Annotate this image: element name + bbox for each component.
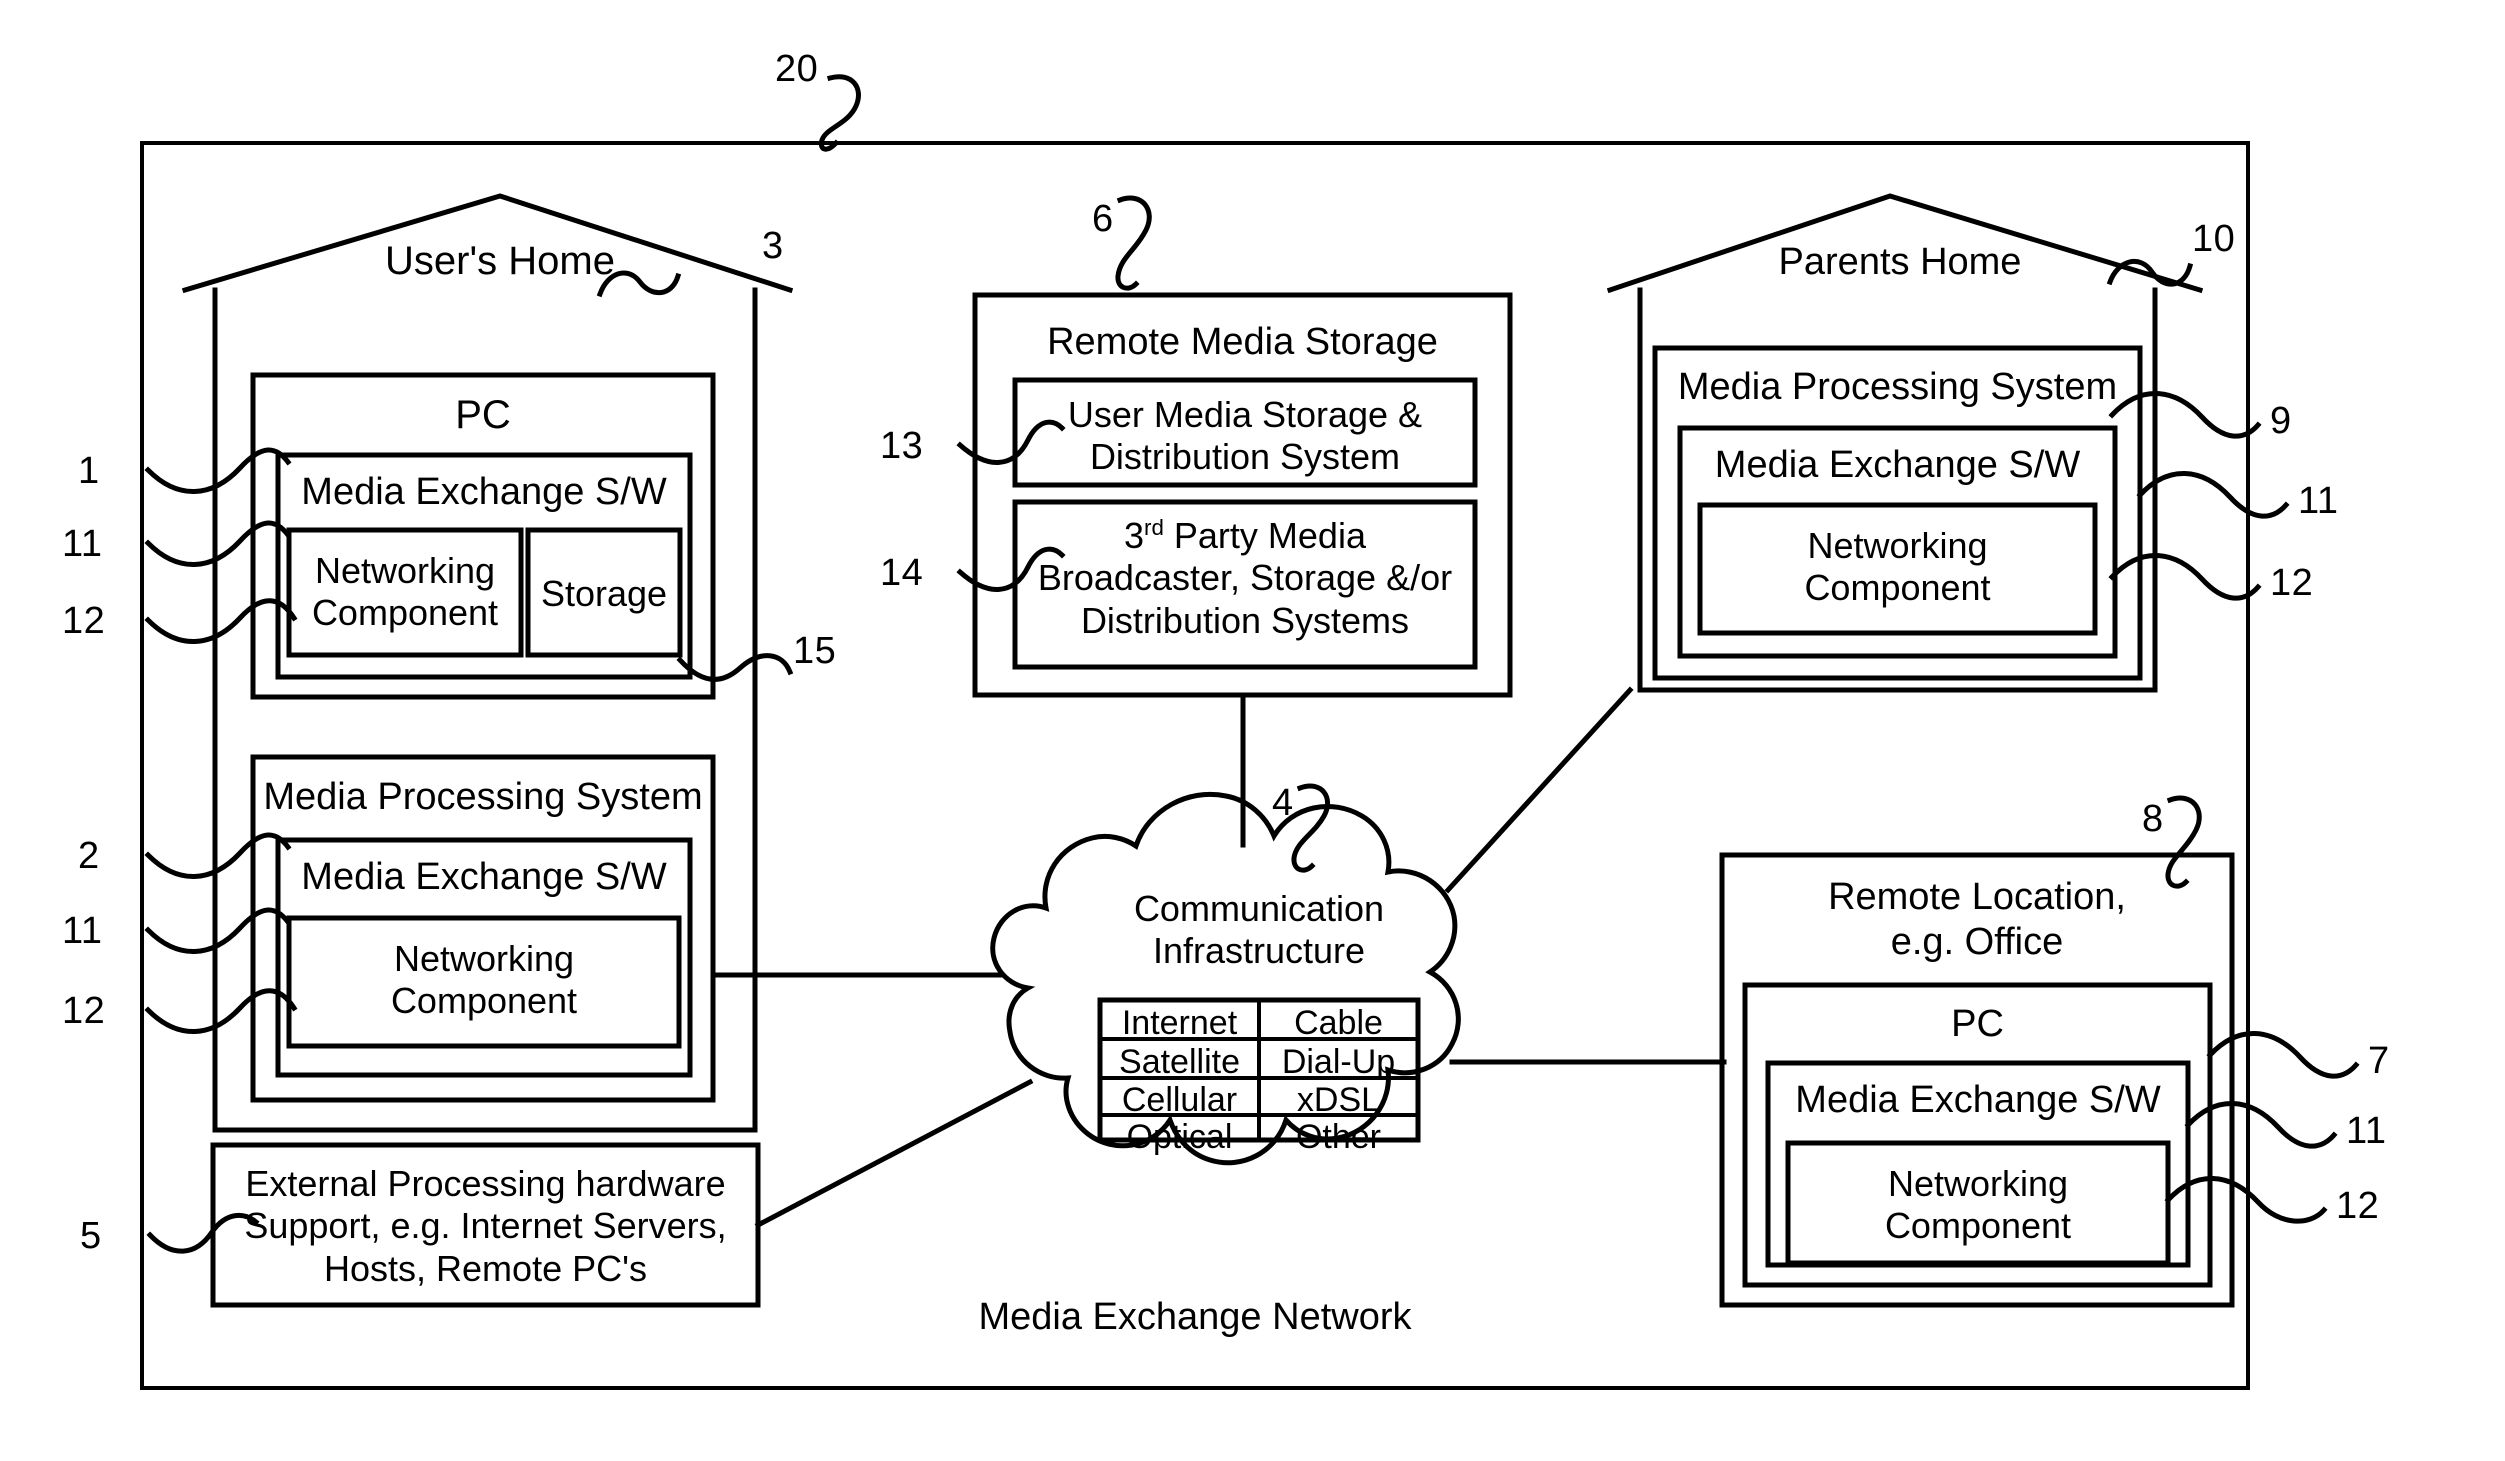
leader-8 [2165, 795, 2202, 889]
third-party-suffix: Party Media Broadcaster, Storage &/or Di… [1037, 515, 1453, 641]
link-external-to-cloud [754, 1078, 1034, 1229]
ref-11-pc: 11 [62, 523, 103, 565]
media-exchange-network-label: Media Exchange Network [978, 1296, 1412, 1338]
ref-10: 10 [2192, 218, 2236, 260]
leader-11-parents [2136, 471, 2290, 519]
ref-13: 13 [880, 425, 924, 467]
parents-mxsw-title: Media Exchange S/W [1714, 444, 2081, 486]
third-party-media-label: 3rd Party Media Broadcaster, Storage &/o… [1015, 515, 1475, 642]
ref-11-mps: 11 [62, 910, 103, 952]
leader-1 [144, 447, 292, 494]
ref-11-parents: 11 [2298, 480, 2339, 522]
users-home-pc-storage-label: Storage [540, 573, 668, 614]
communication-infrastructure-title: Communication Infrastructure [1133, 888, 1385, 972]
parents-home-title: Parents Home [1778, 241, 2022, 283]
leader-12-mps [144, 988, 298, 1034]
ref-20: 20 [775, 48, 819, 90]
ref-14: 14 [880, 552, 924, 594]
cloud-cell-r1c1: Dial-Up [1281, 1043, 1396, 1081]
parents-mps-title: Media Processing System [1677, 366, 2118, 408]
leader-6 [1115, 195, 1152, 291]
leader-11-mps [144, 907, 292, 954]
ref-9: 9 [2270, 400, 2292, 442]
ref-5: 5 [80, 1215, 102, 1257]
cloud-cell-r0c1: Cable [1294, 1004, 1383, 1042]
leader-12-parents [2108, 553, 2262, 601]
remote-location-title: Remote Location, e.g. Office [1828, 876, 2126, 963]
parents-networking-label: Networking Component [1804, 525, 1991, 609]
ref-3: 3 [762, 225, 784, 267]
cloud-cell-r2c1: xDSL [1296, 1081, 1381, 1119]
ref-8: 8 [2142, 798, 2164, 840]
users-home-pc-title: PC [455, 393, 511, 437]
ref-2: 2 [78, 835, 100, 877]
ref-1: 1 [78, 450, 100, 492]
ref-12-parents: 12 [2270, 562, 2314, 604]
cloud-cell-r0c0: Internet [1121, 1004, 1238, 1042]
remote-media-storage-title: Remote Media Storage [1047, 321, 1438, 363]
user-media-storage-label: User Media Storage & Distribution System [1067, 394, 1423, 478]
ref-11-remote: 11 [2346, 1110, 2387, 1152]
cloud-table-cells: Internet Cable Satellite Dial-Up Cellula… [1100, 1000, 1418, 1156]
leader-2 [144, 832, 292, 879]
ref-7: 7 [2368, 1040, 2390, 1082]
users-home-title: User's Home [385, 239, 615, 283]
cloud-cell-r2c0: Cellular [1121, 1081, 1238, 1119]
ref-4: 4 [1272, 782, 1294, 824]
leader-4 [1291, 783, 1331, 873]
ref-12-remote: 12 [2336, 1185, 2380, 1227]
leader-20 [818, 74, 861, 152]
leader-10 [2106, 259, 2194, 287]
leader-11-pc [144, 520, 292, 567]
ref-12-pc: 12 [62, 600, 106, 642]
users-home-mps-title: Media Processing System [263, 776, 703, 818]
patent-figure: 20 User's Home 3 PC Media Exchange S/W N… [0, 0, 2505, 1461]
leader-15 [676, 653, 794, 682]
remote-location-mxsw-title: Media Exchange S/W [1795, 1079, 2161, 1121]
ref-6: 6 [1092, 198, 1114, 240]
remote-location-networking-label: Networking Component [1884, 1163, 2072, 1247]
cloud-cell-r3c0: Optical [1126, 1118, 1233, 1156]
cloud-cell-r3c1: Other [1295, 1118, 1382, 1156]
users-home-mps-networking-label: Networking Component [390, 938, 578, 1022]
ref-12-mps: 12 [62, 990, 106, 1032]
link-cloud-to-parents [1444, 686, 1634, 894]
users-home-pc-mxsw-title: Media Exchange S/W [301, 471, 667, 513]
users-home-mps-mxsw-title: Media Exchange S/W [301, 856, 667, 898]
third-party-superscript: rd [1144, 515, 1164, 540]
remote-location-pc-title: PC [1951, 1003, 2004, 1045]
ref-15: 15 [793, 630, 837, 672]
external-processing-label: External Processing hardware Support, e.… [244, 1163, 727, 1289]
leader-12-pc [144, 598, 298, 644]
third-party-prefix: 3 [1124, 515, 1145, 556]
cloud-cell-r1c0: Satellite [1119, 1043, 1240, 1081]
users-home-pc-networking-label: Networking Component [311, 550, 499, 634]
